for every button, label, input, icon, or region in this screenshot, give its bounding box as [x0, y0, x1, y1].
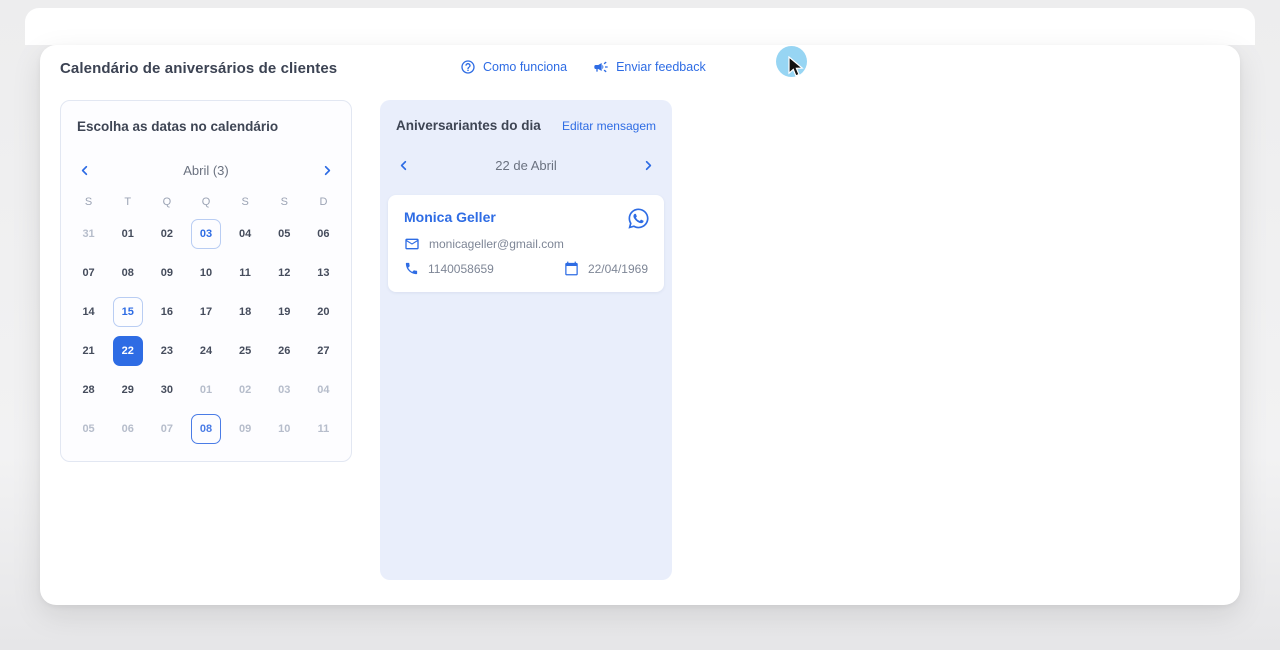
calendar-day[interactable]: 25	[230, 336, 260, 366]
calendar-day[interactable]: 03	[269, 375, 299, 405]
contact-birthdate: 22/04/1969	[587, 261, 648, 276]
weekday-label: T	[124, 196, 132, 208]
calendar-day[interactable]: 19	[269, 297, 299, 327]
prev-month-button[interactable]	[75, 161, 94, 180]
calendar-day[interactable]: 01	[113, 219, 143, 249]
weekday-label: S	[84, 196, 93, 208]
calendar-day[interactable]: 20	[308, 297, 338, 327]
birthdays-panel-title: Aniversariantes do dia	[396, 118, 541, 133]
header-links: Como funciona Enviar feedback	[460, 59, 706, 75]
contact-email: monicageller@gmail.com	[429, 237, 564, 251]
whatsapp-button[interactable]	[627, 207, 650, 230]
calendar-day[interactable]: 12	[269, 258, 299, 288]
calendar-day[interactable]: 14	[74, 297, 104, 327]
calendar-day[interactable]: 29	[113, 375, 143, 405]
send-feedback-label: Enviar feedback	[616, 60, 706, 74]
calendar-day[interactable]: 16	[152, 297, 182, 327]
calendar-day[interactable]: 01	[191, 375, 221, 405]
calendar-panel-title: Escolha as datas no calendário	[77, 119, 279, 134]
next-month-button[interactable]	[318, 161, 337, 180]
edit-message-link[interactable]: Editar mensagem	[562, 119, 656, 133]
chevron-left-icon	[396, 158, 411, 173]
calendar-day[interactable]: 08	[190, 413, 221, 444]
calendar-day[interactable]: 13	[308, 258, 338, 288]
megaphone-icon	[593, 59, 609, 75]
chevron-right-icon	[641, 158, 656, 173]
chevron-left-icon	[77, 163, 92, 178]
next-day-button[interactable]	[639, 156, 658, 175]
weekday-label: S	[241, 196, 249, 208]
calendar-panel: Escolha as datas no calendário Abril (3)…	[60, 100, 352, 462]
calendar-day[interactable]: 06	[113, 414, 143, 444]
calendar-day[interactable]: 10	[191, 258, 221, 288]
birthdays-panel-head: Aniversariantes do dia Editar mensagem	[380, 100, 672, 133]
calendar-day[interactable]: 03	[190, 218, 221, 249]
weekday-label: S	[280, 196, 288, 208]
calendar-day[interactable]: 09	[152, 258, 182, 288]
calendar-day[interactable]: 26	[269, 336, 299, 366]
calendar-day[interactable]: 31	[74, 219, 104, 249]
calendar-day[interactable]: 08	[113, 258, 143, 288]
weekday-label: Q	[162, 196, 172, 208]
calendar-day[interactable]: 17	[191, 297, 221, 327]
calendar-day[interactable]: 05	[74, 414, 104, 444]
calendar-day[interactable]: 15	[112, 296, 143, 327]
contact-phone-item: 1140058659	[404, 261, 494, 276]
top-strip	[25, 8, 1255, 45]
contact-email-row: monicageller@gmail.com	[404, 236, 648, 252]
main-card: Calendário de aniversários de clientes C…	[40, 45, 1240, 605]
calendar-grid: 31 01 02 03 04 05 06 07 08 09 10 11 12 13 14 15 16 17 18 19…	[61, 214, 351, 448]
envelope-icon	[404, 236, 420, 252]
birthday-contact-card: Monica Geller monicageller@gmail.com 114…	[388, 195, 664, 292]
calendar-day[interactable]: 23	[152, 336, 182, 366]
calendar-day[interactable]: 11	[308, 414, 338, 444]
calendar-day[interactable]: 30	[152, 375, 182, 405]
calendar-day[interactable]: 18	[230, 297, 260, 327]
calendar-day[interactable]: 04	[230, 219, 260, 249]
prev-day-button[interactable]	[394, 156, 413, 175]
calendar-day[interactable]: 02	[152, 219, 182, 249]
chevron-right-icon	[320, 163, 335, 178]
calendar-day[interactable]: 11	[230, 258, 260, 288]
mouse-cursor	[786, 55, 806, 83]
calendar-day[interactable]: 10	[269, 414, 299, 444]
how-it-works-link[interactable]: Como funciona	[460, 59, 567, 75]
calendar-day[interactable]: 02	[230, 375, 260, 405]
calendar-weekdays: STQQSSD	[61, 196, 351, 208]
how-it-works-label: Como funciona	[483, 60, 568, 74]
calendar-day[interactable]: 04	[308, 375, 338, 405]
selected-day-label: 22 de Abril	[495, 157, 557, 173]
weekday-label: Q	[201, 196, 211, 208]
calendar-day[interactable]: 27	[308, 336, 338, 366]
weekday-label: D	[319, 196, 328, 208]
calendar-day[interactable]: 06	[308, 219, 338, 249]
birthdays-panel: Aniversariantes do dia Editar mensagem 2…	[380, 100, 672, 580]
calendar-day[interactable]: 24	[191, 336, 221, 366]
month-nav: Abril (3)	[61, 158, 351, 182]
month-label: Abril (3)	[183, 162, 229, 178]
whatsapp-icon	[627, 207, 650, 230]
calendar-day[interactable]: 21	[74, 336, 104, 366]
day-nav: 22 de Abril	[380, 153, 672, 177]
calendar-day[interactable]: 09	[230, 414, 260, 444]
calendar-icon	[564, 261, 579, 276]
phone-icon	[404, 261, 419, 276]
contact-phone-birthdate-row: 1140058659 22/04/1969	[404, 261, 648, 276]
question-circle-icon	[460, 59, 476, 75]
contact-birthdate-item: 22/04/1969	[564, 261, 648, 276]
calendar-day[interactable]: 07	[152, 414, 182, 444]
contact-phone: 1140058659	[428, 261, 494, 276]
calendar-day[interactable]: 07	[74, 258, 104, 288]
calendar-day[interactable]: 22	[112, 335, 143, 366]
calendar-day[interactable]: 05	[269, 219, 299, 249]
contact-name[interactable]: Monica Geller	[404, 209, 648, 225]
send-feedback-link[interactable]: Enviar feedback	[593, 59, 706, 75]
calendar-day[interactable]: 28	[74, 375, 104, 405]
page-title: Calendário de aniversários de clientes	[60, 60, 338, 77]
